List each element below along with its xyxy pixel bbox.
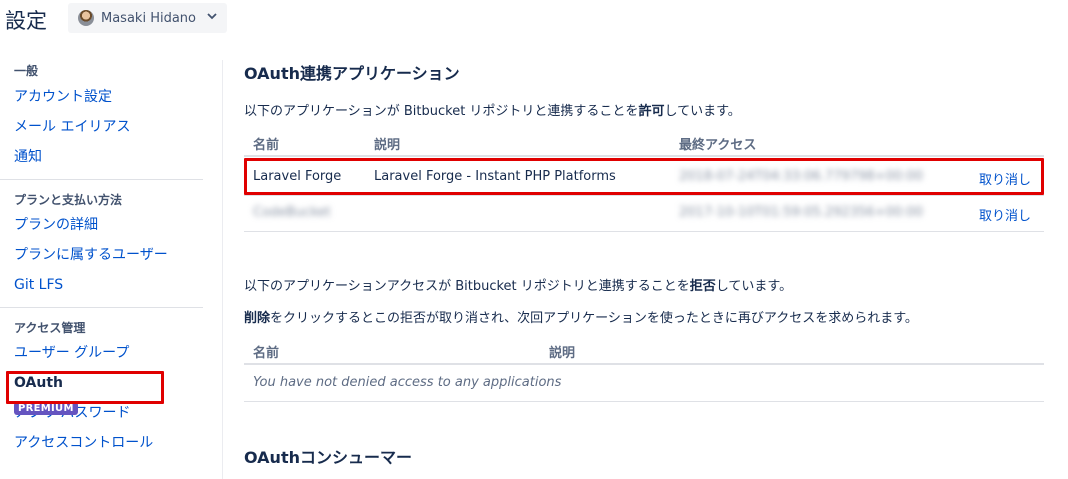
table-header-divider [244,363,1044,365]
table-header-divider [244,155,1044,157]
account-switcher-button[interactable]: Masaki Hidano [68,3,227,33]
sidebar-item-plan-users[interactable]: プランに属するユーザー [0,240,203,270]
chevron-down-icon [207,13,217,20]
sidebar-item-user-groups[interactable]: ユーザー グループ [0,338,203,368]
oauth-apps-intro: 以下のアプリケーションが Bitbucket リポジトリと連携することを許可して… [244,104,741,119]
sidebar-heading-plans: プランと支払い方法 [14,193,123,207]
highlight-laravel-forge-row [244,158,1044,195]
sidebar-item-plan-details[interactable]: プランの詳細 [0,210,203,240]
sidebar-divider [0,307,203,308]
oauth-apps-title: OAuth連携アプリケーション [244,64,460,83]
denied-apps-note: 削除をクリックするとこの拒否が取り消され、次回アプリケーションを使ったときに再び… [244,311,918,326]
account-name: Masaki Hidano [101,10,196,26]
app-last-access: 2017-10-10T01:59:05.292356+00:00 [679,205,923,220]
sidebar-heading-access: アクセス管理 [14,321,86,335]
sidebar-item-git-lfs[interactable]: Git LFS [0,270,203,300]
page-title: 設定 [5,9,47,33]
sidebar-heading-general: 一般 [14,64,39,78]
avatar [78,10,94,26]
sidebar-item-account-settings[interactable]: アカウント設定 [0,82,203,112]
highlight-oauth-sidebar [6,371,164,404]
revoke-link[interactable]: 取り消し [979,205,1031,224]
sidebar-item-email-aliases[interactable]: メール エイリアス [0,112,203,142]
empty-state-message: You have not denied access to any applic… [253,375,562,390]
column-header-last-access: 最終アクセス [679,138,757,153]
denied-apps-intro: 以下のアプリケーションアクセスが Bitbucket リポジトリと連携することを… [244,279,793,294]
oauth-consumers-title: OAuthコンシューマー [244,448,412,467]
sidebar-item-notifications[interactable]: 通知 [0,142,203,172]
sidebar-separator [222,60,223,479]
row-divider [244,195,1044,196]
column-header-name: 名前 [253,138,280,153]
table-bottom-divider [244,401,1044,402]
column-header-description: 説明 [549,346,576,361]
column-header-description: 説明 [374,138,401,153]
table-bottom-divider [244,231,1044,232]
app-name: CodeBucket [253,205,331,220]
sidebar-item-access-control[interactable]: アクセスコントロール [0,428,203,458]
column-header-name: 名前 [253,346,280,361]
sidebar-divider [0,179,203,180]
